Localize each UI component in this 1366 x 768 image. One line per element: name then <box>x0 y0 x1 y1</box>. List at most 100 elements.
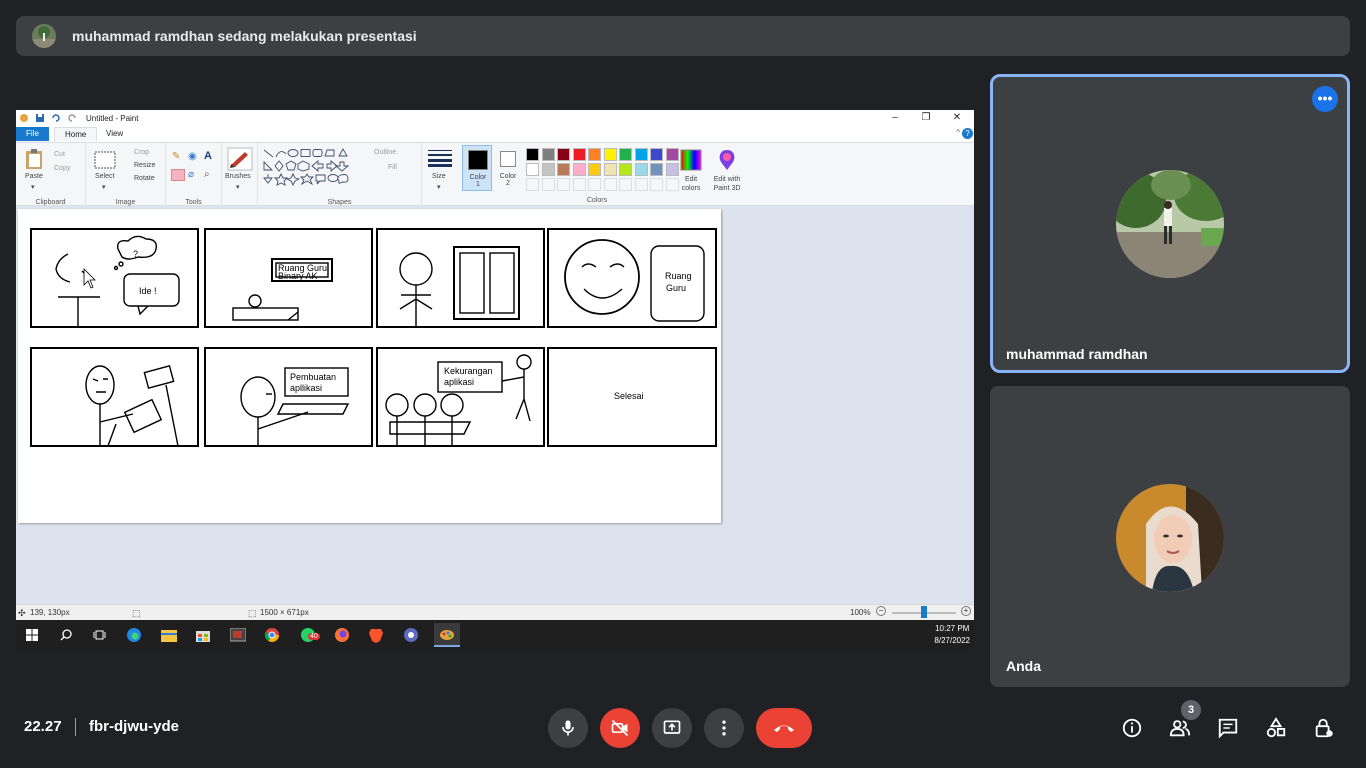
palette-swatch[interactable] <box>603 148 617 161</box>
tab-file[interactable]: File <box>16 127 49 141</box>
brushes-button[interactable]: Brushes <box>225 173 251 180</box>
palette-swatch[interactable] <box>588 148 601 161</box>
zoom-out-icon[interactable]: − <box>876 606 886 616</box>
zoom-in-icon[interactable]: + <box>961 606 971 616</box>
file-explorer-icon[interactable] <box>159 625 179 645</box>
window-title: Untitled - Paint <box>86 113 139 123</box>
copy-button[interactable]: Copy <box>54 165 70 172</box>
chrome-profile-icon[interactable] <box>401 625 421 645</box>
size-icon[interactable] <box>428 149 452 167</box>
pencil-icon[interactable]: ✎ <box>172 151 180 162</box>
selection-size-icon: ⬚ <box>132 608 141 618</box>
more-options-menu-button[interactable] <box>704 708 744 748</box>
select-button[interactable]: Select <box>95 173 114 180</box>
palette-swatch[interactable] <box>650 163 663 176</box>
palette-swatch[interactable] <box>572 163 586 176</box>
microphone-button[interactable] <box>548 708 588 748</box>
participant-tile-self[interactable]: Anda <box>990 386 1350 687</box>
custom-color-slot[interactable] <box>619 178 632 191</box>
chrome-icon[interactable] <box>262 625 282 645</box>
brushes-icon[interactable] <box>227 147 253 171</box>
more-options-button[interactable]: ••• <box>1312 86 1338 112</box>
palette-swatch[interactable] <box>619 148 632 161</box>
leave-call-button[interactable] <box>756 708 812 748</box>
custom-color-slot[interactable] <box>572 178 586 191</box>
resize-button[interactable]: Resize <box>134 162 155 169</box>
paint-statusbar: ✣ 139, 130px ⬚ ⬚ 1500 × 671px 100% − + <box>16 604 974 620</box>
palette-swatch[interactable] <box>572 148 586 161</box>
present-screen-button[interactable] <box>652 708 692 748</box>
meeting-details-button[interactable] <box>1120 716 1144 740</box>
custom-color-slot[interactable] <box>634 178 648 191</box>
palette-swatch[interactable] <box>557 163 570 176</box>
drawing-canvas[interactable]: ? Ide ! Ruang Guru Binary AK Ruang Guru … <box>18 209 721 523</box>
help-icon[interactable]: ? <box>962 128 973 139</box>
chat-button[interactable] <box>1216 716 1240 740</box>
store-icon[interactable] <box>193 625 213 645</box>
custom-color-slot[interactable] <box>603 178 617 191</box>
fill-icon[interactable]: ◉ <box>188 151 197 162</box>
participant-tile-presenter[interactable]: ••• muhammad ramdhan <box>990 74 1350 373</box>
paste-icon[interactable] <box>24 148 44 170</box>
color2-button[interactable]: Color 2 <box>494 143 522 207</box>
palette-swatch[interactable] <box>634 148 648 161</box>
paint-taskbar-icon[interactable] <box>434 623 460 647</box>
custom-color-slot[interactable] <box>557 178 570 191</box>
close-icon[interactable]: ✕ <box>942 110 972 126</box>
edge-icon[interactable] <box>124 625 144 645</box>
palette-swatch[interactable] <box>526 163 539 176</box>
palette-swatch[interactable] <box>541 163 555 176</box>
crop-button[interactable]: Crop <box>134 149 149 156</box>
size-button[interactable]: Size <box>432 173 446 180</box>
color-picker-icon[interactable]: ⌀ <box>188 169 194 180</box>
text-icon[interactable]: A <box>204 150 212 162</box>
fill-dropdown[interactable]: Fill <box>388 164 397 171</box>
palette-swatch[interactable] <box>526 148 539 161</box>
palette-swatch[interactable] <box>650 148 663 161</box>
select-icon[interactable] <box>94 151 116 169</box>
tab-home[interactable]: Home <box>54 127 98 141</box>
eraser-icon[interactable] <box>171 169 185 181</box>
paste-button[interactable]: Paste <box>25 173 43 180</box>
brave-icon[interactable] <box>366 625 386 645</box>
zoom-slider-thumb[interactable] <box>921 606 927 618</box>
magnifier-icon[interactable]: ⌕ <box>204 169 210 180</box>
canvas-text-guru: Guru <box>666 283 686 293</box>
taskbar-clock[interactable]: 10:27 PM 8/27/2022 <box>934 623 970 647</box>
snipping-tool-icon[interactable] <box>228 625 248 645</box>
palette-swatch[interactable] <box>634 163 648 176</box>
minimize-icon[interactable]: – <box>880 110 910 126</box>
search-icon[interactable] <box>56 625 76 645</box>
palette-swatch[interactable] <box>557 148 570 161</box>
meeting-code[interactable]: fbr-djwu-yde <box>89 718 179 735</box>
info-icon <box>1122 718 1142 738</box>
color1-button[interactable]: Color 1 <box>462 145 492 191</box>
camera-off-button[interactable] <box>600 708 640 748</box>
host-controls-button[interactable] <box>1312 716 1336 740</box>
edit-colors-button[interactable]: Edit colors <box>676 143 706 207</box>
edit-paint3d-button[interactable]: Edit with Paint 3D <box>708 143 746 207</box>
palette-swatch[interactable] <box>588 163 601 176</box>
redo-icon[interactable] <box>67 113 77 123</box>
palette-swatch[interactable] <box>603 163 617 176</box>
firefox-icon[interactable] <box>332 625 352 645</box>
palette-swatch[interactable] <box>619 163 632 176</box>
windows-start-icon[interactable] <box>22 625 42 645</box>
custom-color-slot[interactable] <box>526 178 539 191</box>
activities-button[interactable] <box>1264 716 1288 740</box>
tab-view[interactable]: View <box>96 127 133 141</box>
undo-icon[interactable] <box>51 113 61 123</box>
custom-color-slot[interactable] <box>541 178 555 191</box>
restore-icon[interactable]: ❐ <box>911 110 941 126</box>
rotate-button[interactable]: Rotate <box>134 175 155 182</box>
save-icon[interactable] <box>35 113 45 123</box>
custom-color-slot[interactable] <box>650 178 663 191</box>
cut-button[interactable]: Cut <box>54 151 65 158</box>
collapse-ribbon-icon[interactable]: ^ <box>956 128 960 137</box>
custom-color-slot[interactable] <box>588 178 601 191</box>
outline-dropdown[interactable]: Outline <box>374 149 396 156</box>
palette-swatch[interactable] <box>541 148 555 161</box>
task-view-icon[interactable] <box>89 625 109 645</box>
shapes-gallery[interactable] <box>262 148 366 188</box>
camera-off-icon <box>611 719 629 737</box>
